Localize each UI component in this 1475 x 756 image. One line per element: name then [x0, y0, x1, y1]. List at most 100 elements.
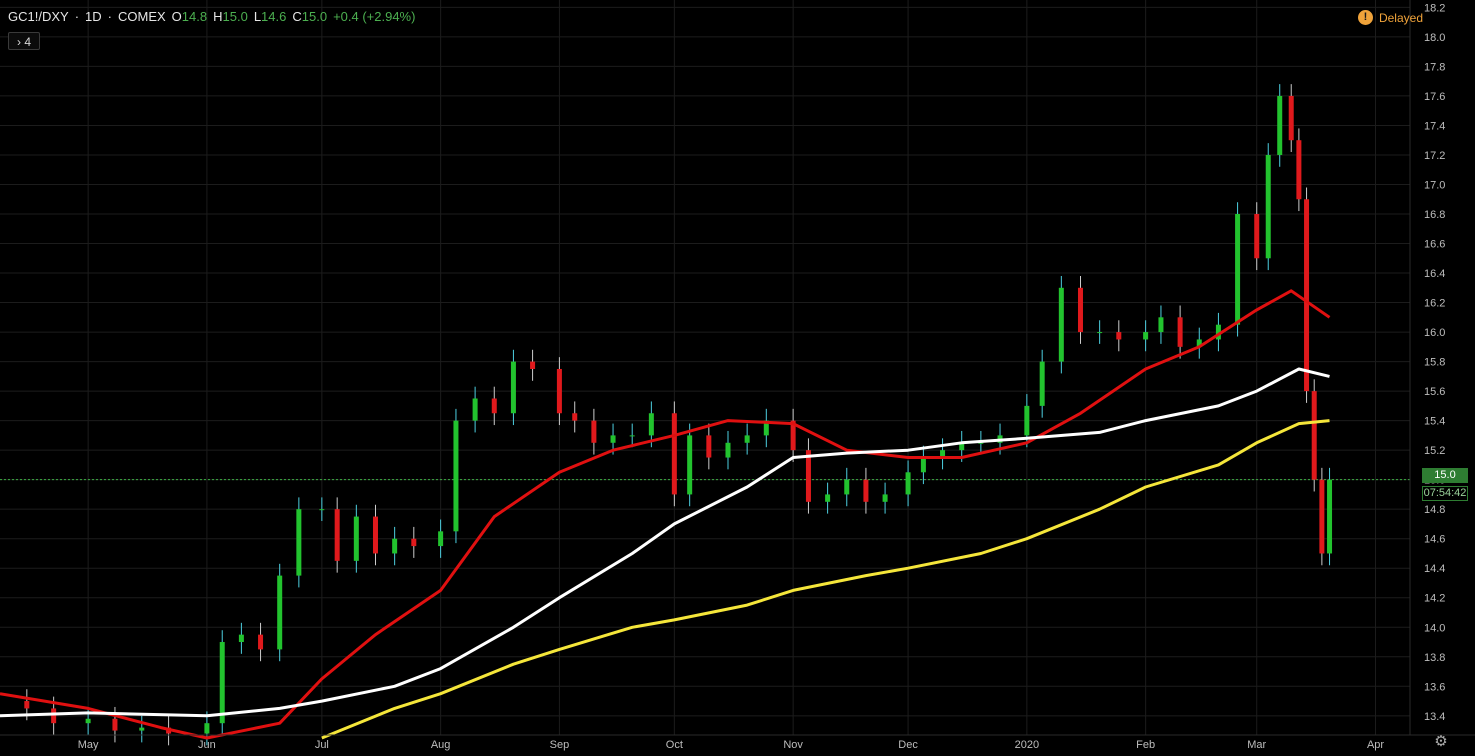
candle [411, 526, 417, 558]
price-chart[interactable]: 13.4 13.6 13.8 14.0 14.2 14.4 14.6 14.8 15.0 15.2… [0, 0, 1475, 756]
candle [591, 408, 597, 455]
candle-body [238, 634, 244, 643]
time-tick-label: Dec [898, 739, 918, 751]
candle [453, 408, 459, 544]
candle [763, 408, 769, 448]
candle-body [1158, 317, 1164, 333]
price-tick-label: 16.8 [1424, 209, 1445, 221]
candle-body [844, 479, 850, 495]
price-tick-label: 15.4 [1424, 416, 1445, 428]
price-tick-label: 18.0 [1424, 32, 1445, 44]
candle [139, 715, 145, 743]
candle [1158, 305, 1164, 344]
price-tick-label: 17.6 [1424, 91, 1445, 103]
candle [1143, 320, 1149, 352]
symbol-name[interactable]: GC1!/DXY [8, 9, 69, 24]
candle-body [825, 494, 831, 502]
candle [1177, 305, 1183, 359]
candle-body [85, 718, 91, 724]
indicators-toggle-button[interactable]: › 4 [8, 32, 40, 50]
candle-body [1296, 140, 1302, 200]
price-tick-label: 17.4 [1424, 120, 1445, 132]
candle [258, 622, 264, 662]
candle-body [438, 531, 444, 547]
bar-countdown: 07:54:42 [1422, 486, 1468, 501]
candlestick-series [24, 84, 1333, 746]
candle [706, 423, 712, 470]
candle-body [24, 701, 30, 709]
price-tick-label: 15.2 [1424, 445, 1445, 457]
candle [296, 497, 302, 588]
candle-body [510, 361, 516, 414]
candle [491, 386, 497, 426]
candle-body [277, 575, 283, 650]
candle-body [1288, 95, 1294, 141]
candle [1039, 349, 1045, 418]
candle-body [648, 413, 654, 436]
price-tick-label: 17.2 [1424, 150, 1445, 162]
candle [920, 445, 926, 485]
candle-body [629, 435, 635, 437]
candle-body [1327, 479, 1333, 554]
candle-body [1254, 214, 1260, 259]
price-tick-label: 13.8 [1424, 652, 1445, 664]
time-tick-label: Apr [1367, 739, 1384, 751]
candle [1116, 320, 1122, 352]
candle-body [805, 450, 811, 502]
price-tick-label: 14.4 [1424, 563, 1445, 575]
candle-body [1304, 199, 1310, 392]
gear-icon[interactable]: ⚙ [1433, 734, 1449, 750]
candle [372, 504, 378, 566]
price-tick-label: 15.6 [1424, 386, 1445, 398]
candle-body [112, 718, 118, 731]
candle [556, 357, 562, 426]
candle-body [1097, 332, 1103, 334]
open-label: O [171, 9, 182, 24]
change-value: +0.4 (+2.94%) [333, 9, 416, 24]
candle [1235, 202, 1241, 337]
candle-body [1077, 287, 1083, 333]
candle [1296, 128, 1302, 212]
price-tick-label: 13.4 [1424, 711, 1445, 723]
candle-body [1235, 214, 1241, 325]
price-tick-label: 14.0 [1424, 622, 1445, 634]
price-tick-label: 17.0 [1424, 179, 1445, 191]
candle-body [51, 708, 57, 724]
candle [844, 467, 850, 507]
symbol-legend[interactable]: GC1!/DXY · 1D · COMEX O 14.8 H 15.0 L 14.6 … [8, 9, 415, 24]
time-tick-label: 2020 [1015, 739, 1039, 751]
candle-body [610, 435, 616, 443]
candle-body [725, 442, 731, 458]
candle-body [744, 435, 750, 443]
interval-label[interactable]: 1D [85, 9, 102, 24]
candle-body [706, 435, 712, 458]
candle-body [372, 516, 378, 554]
candle [472, 386, 478, 433]
delayed-status[interactable]: ! Delayed [1357, 10, 1423, 25]
candle [319, 497, 325, 521]
candle [438, 519, 444, 558]
candle-body [1116, 332, 1122, 340]
candle [1288, 84, 1294, 153]
candle [1327, 467, 1333, 566]
moving-average-lines [0, 289, 1331, 740]
price-tick-label: 16.6 [1424, 239, 1445, 251]
candle-body [392, 538, 398, 554]
candle-body [1039, 361, 1045, 406]
candle [805, 438, 811, 514]
open-value: 14.8 [181, 9, 208, 24]
candle-body [219, 642, 225, 724]
moving-average-line [0, 289, 1331, 740]
candle-body [472, 398, 478, 421]
candle-body [296, 509, 302, 576]
candle [530, 349, 536, 381]
candle-body [1319, 479, 1325, 554]
candle-body [556, 368, 562, 414]
price-tick-label: 16.4 [1424, 268, 1445, 280]
candle-body [411, 538, 417, 547]
candle [790, 408, 796, 462]
candle-body [863, 479, 869, 502]
candle-body [591, 420, 597, 443]
candle [85, 706, 91, 735]
exclamation-icon: ! [1357, 10, 1373, 25]
